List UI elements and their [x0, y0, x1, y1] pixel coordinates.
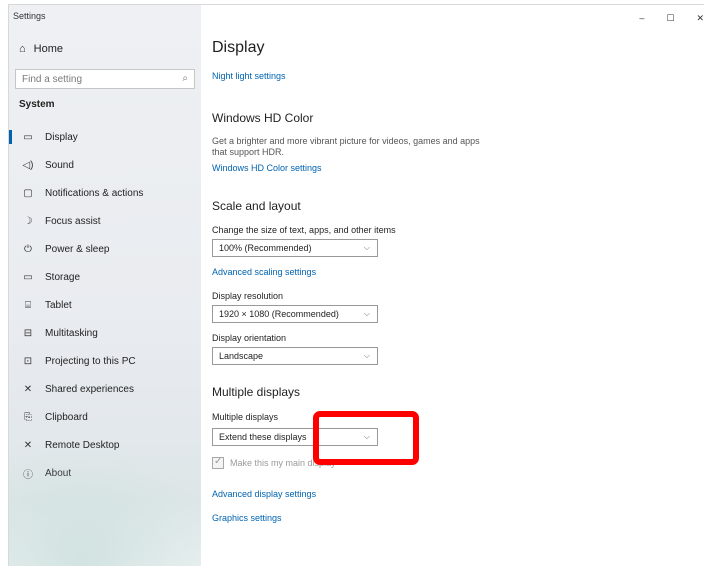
section-label-system: System: [19, 99, 55, 110]
monitor-icon: ▭: [23, 131, 33, 143]
scale-label: Change the size of text, apps, and other…: [212, 225, 396, 235]
sidebar-item-tablet[interactable]: ⌸ Tablet: [9, 291, 201, 319]
sidebar-item-label: Focus assist: [45, 215, 101, 227]
sidebar-item-storage[interactable]: ▭ Storage: [9, 263, 201, 291]
sidebar-item-label: Display: [45, 131, 78, 143]
moon-icon: ☽: [23, 215, 33, 227]
sidebar-item-label: Remote Desktop: [45, 439, 120, 451]
sidebar-item-focus-assist[interactable]: ☽ Focus assist: [9, 207, 201, 235]
multiple-displays-label: Multiple displays: [212, 412, 279, 422]
sidebar-item-remote-desktop[interactable]: ✕ Remote Desktop: [9, 431, 201, 459]
scale-dropdown[interactable]: 100% (Recommended) ⌵: [212, 239, 378, 257]
selection-indicator: [9, 130, 12, 144]
orientation-label: Display orientation: [212, 333, 287, 343]
page-title: Display: [212, 39, 265, 56]
hd-color-heading: Windows HD Color: [212, 111, 314, 125]
sidebar-item-label: Projecting to this PC: [45, 355, 136, 367]
search-input[interactable]: Find a setting ⌕: [15, 69, 195, 89]
hd-color-description: Get a brighter and more vibrant picture …: [212, 136, 480, 157]
sidebar-item-clipboard[interactable]: ⎘ Clipboard: [9, 403, 201, 431]
sidebar-item-multitasking[interactable]: ⊟ Multitasking: [9, 319, 201, 347]
resolution-label: Display resolution: [212, 291, 284, 301]
home-label: Home: [33, 43, 63, 55]
orientation-dropdown[interactable]: Landscape ⌵: [212, 347, 378, 365]
settings-window: Settings ⌂ Home Find a setting ⌕ System …: [8, 4, 704, 566]
sidebar-item-label: Tablet: [45, 299, 72, 311]
sidebar-item-label: Notifications & actions: [45, 187, 144, 199]
shared-icon: ✕: [23, 383, 33, 395]
sidebar-item-label: Clipboard: [45, 411, 88, 423]
advanced-scaling-link[interactable]: Advanced scaling settings: [212, 267, 316, 277]
resolution-dropdown[interactable]: 1920 × 1080 (Recommended) ⌵: [212, 305, 378, 323]
main-content: Display Night light settings Windows HD …: [212, 5, 692, 566]
multitasking-icon: ⊟: [23, 327, 33, 339]
chevron-down-icon: ⌵: [363, 243, 370, 252]
chevron-down-icon: ⌵: [363, 309, 370, 318]
sidebar-nav: ▭ Display ◁) Sound ▢ Notifications & act…: [9, 123, 201, 487]
sidebar-item-power-sleep[interactable]: ⏻ Power & sleep: [9, 235, 201, 263]
sidebar-item-notifications[interactable]: ▢ Notifications & actions: [9, 179, 201, 207]
sidebar-item-label: Multitasking: [45, 327, 98, 339]
scale-value: 100% (Recommended): [219, 243, 312, 253]
remote-desktop-icon: ✕: [23, 439, 33, 451]
sidebar-item-label: Storage: [45, 271, 81, 283]
multiple-displays-heading: Multiple displays: [212, 385, 301, 399]
main-display-checkbox[interactable]: ✓: [212, 456, 224, 469]
home-link[interactable]: ⌂ Home: [19, 43, 63, 55]
power-icon: ⏻: [24, 243, 32, 255]
sidebar-item-label: About: [45, 467, 72, 479]
speaker-icon: ◁): [22, 159, 34, 171]
sidebar-item-label: Power & sleep: [45, 243, 110, 255]
app-title: Settings: [13, 11, 46, 21]
sidebar-item-shared-experiences[interactable]: ✕ Shared experiences: [9, 375, 201, 403]
sidebar-item-projecting[interactable]: ⊡ Projecting to this PC: [9, 347, 201, 375]
notification-icon: ▢: [23, 187, 33, 199]
sidebar-item-about[interactable]: ⓘ About: [9, 459, 201, 487]
search-icon[interactable]: ⌕: [182, 73, 188, 84]
sidebar-item-label: Shared experiences: [45, 383, 134, 395]
night-light-settings-link[interactable]: Night light settings: [212, 71, 286, 81]
graphics-settings-link[interactable]: Graphics settings: [212, 513, 282, 523]
advanced-display-settings-link[interactable]: Advanced display settings: [212, 489, 316, 499]
storage-icon: ▭: [23, 271, 33, 283]
clipboard-icon: ⎘: [24, 411, 32, 423]
sidebar-item-display[interactable]: ▭ Display: [9, 123, 201, 151]
scale-layout-heading: Scale and layout: [212, 199, 301, 213]
multiple-displays-value: Extend these displays: [219, 432, 307, 442]
info-icon: ⓘ: [23, 469, 33, 481]
resolution-value: 1920 × 1080 (Recommended): [219, 309, 339, 319]
orientation-value: Landscape: [219, 351, 264, 361]
projector-icon: ⊡: [23, 355, 33, 367]
hd-color-settings-link[interactable]: Windows HD Color settings: [212, 163, 322, 173]
chevron-down-icon: ⌵: [363, 351, 370, 360]
check-icon: ✓: [214, 456, 223, 467]
tablet-icon: ⌸: [25, 299, 31, 311]
sidebar-item-sound[interactable]: ◁) Sound: [9, 151, 201, 179]
close-icon[interactable]: ✕: [696, 13, 704, 24]
sidebar: Settings ⌂ Home Find a setting ⌕ System …: [9, 5, 201, 566]
sidebar-item-label: Sound: [45, 159, 74, 171]
search-placeholder: Find a setting: [22, 74, 83, 85]
annotation-highlight-box: [313, 411, 419, 465]
home-icon: ⌂: [19, 43, 26, 55]
